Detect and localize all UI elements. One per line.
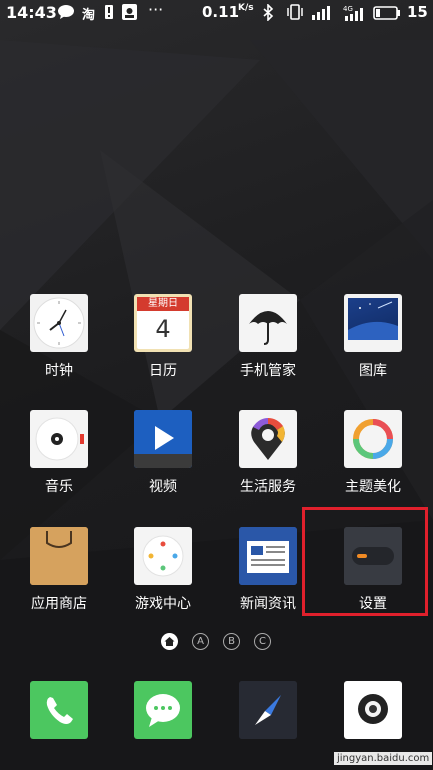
app-calendar[interactable]: 星期日 4 日历 xyxy=(111,294,215,380)
app-life-service[interactable]: 生活服务 xyxy=(216,410,320,496)
taobao-icon: 淘 xyxy=(82,8,96,23)
app-video[interactable]: 视频 xyxy=(111,410,215,496)
page-indicator: A B C xyxy=(158,633,278,653)
status-time: 14:43 xyxy=(6,3,57,22)
calendar-day: 4 xyxy=(155,315,171,343)
chat-bubble-icon xyxy=(134,681,192,739)
calendar-icon: 星期日 4 xyxy=(134,294,192,352)
location-pin-icon xyxy=(239,410,297,468)
more-icon: ··· xyxy=(148,0,164,19)
app-phone-manager[interactable]: 手机管家 xyxy=(216,294,320,380)
app-game-center[interactable]: 游戏中心 xyxy=(111,527,215,613)
app-gallery[interactable]: 图库 xyxy=(321,294,425,380)
gamepad-icon xyxy=(134,527,192,585)
notice-icon xyxy=(104,4,114,24)
phone-icon xyxy=(30,681,88,739)
page-dot-b[interactable]: B xyxy=(223,633,240,650)
app-label: 时钟 xyxy=(45,363,73,379)
message-icon xyxy=(57,4,75,24)
bluetooth-icon xyxy=(262,3,274,25)
umbrella-icon xyxy=(239,294,297,352)
page-dot-a[interactable]: A xyxy=(192,633,209,650)
app-theme[interactable]: 主题美化 xyxy=(321,410,425,496)
app-label: 日历 xyxy=(149,363,177,379)
app-label: 图库 xyxy=(359,363,387,379)
highlight-box xyxy=(302,507,428,616)
4g-signal-icon: 4G xyxy=(343,4,367,25)
app-label: 视频 xyxy=(149,479,177,495)
home-page-icon[interactable] xyxy=(161,633,178,650)
battery-level: 15 xyxy=(407,3,428,21)
music-icon xyxy=(30,410,88,468)
signal-icon xyxy=(312,4,334,24)
dock-camera[interactable] xyxy=(321,681,425,739)
vibrate-icon xyxy=(287,4,303,24)
app-label: 游戏中心 xyxy=(135,596,191,612)
app-label: 生活服务 xyxy=(240,479,296,495)
svg-text:4G: 4G xyxy=(343,5,353,13)
app-label: 音乐 xyxy=(45,479,73,495)
compass-icon xyxy=(239,681,297,739)
net-unit: K/s xyxy=(238,3,254,13)
dock-phone[interactable] xyxy=(7,681,111,739)
wallpaper xyxy=(0,0,433,770)
app-icon xyxy=(122,4,137,24)
clock-icon xyxy=(30,294,88,352)
status-bar: 14:43 淘 ··· 0.11 K/s 4G 15 xyxy=(0,0,433,26)
app-clock[interactable]: 时钟 xyxy=(7,294,111,380)
video-icon xyxy=(134,410,192,468)
app-label: 应用商店 xyxy=(31,596,87,612)
watermark: jingyan.baidu.com xyxy=(334,752,433,765)
page-dot-c[interactable]: C xyxy=(254,633,271,650)
dock-messages[interactable] xyxy=(111,681,215,739)
app-store[interactable]: 应用商店 xyxy=(7,527,111,613)
app-label: 主题美化 xyxy=(345,479,401,495)
theme-ring-icon xyxy=(344,410,402,468)
camera-icon xyxy=(344,681,402,739)
newspaper-icon xyxy=(239,527,297,585)
gallery-icon xyxy=(344,294,402,352)
app-music[interactable]: 音乐 xyxy=(7,410,111,496)
dock-browser[interactable] xyxy=(216,681,320,739)
battery-icon xyxy=(373,5,401,24)
net-speed: 0.11 xyxy=(202,3,240,21)
app-label: 手机管家 xyxy=(240,363,296,379)
shopping-bag-icon xyxy=(30,527,88,585)
calendar-weekday: 星期日 xyxy=(137,297,189,311)
